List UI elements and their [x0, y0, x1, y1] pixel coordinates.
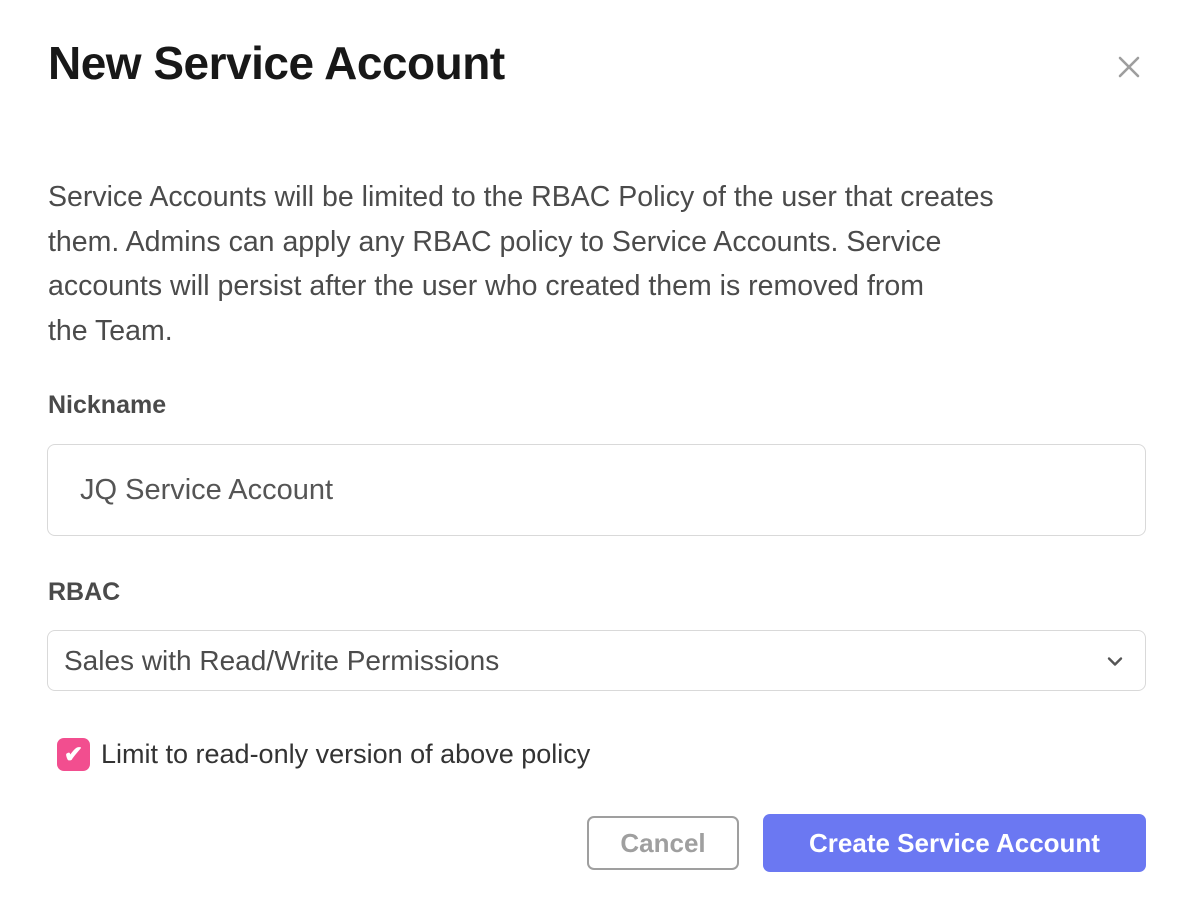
checkbox-label: Limit to read-only version of above poli… [101, 739, 590, 770]
new-service-account-modal: New Service Account Service Accounts wil… [0, 0, 1190, 904]
check-icon: ✔ [64, 741, 83, 768]
checkbox-checked[interactable]: ✔ [57, 738, 90, 771]
modal-description: Service Accounts will be limited to the … [48, 175, 1158, 353]
rbac-select[interactable]: Sales with Read/Write Permissions [47, 630, 1146, 691]
cancel-button[interactable]: Cancel [587, 816, 739, 870]
nickname-input[interactable] [47, 444, 1146, 536]
nickname-label: Nickname [48, 391, 166, 420]
description-line: Service Accounts will be limited to the … [48, 175, 1158, 220]
readonly-policy-checkbox-row[interactable]: ✔ Limit to read-only version of above po… [57, 738, 590, 771]
create-service-account-button[interactable]: Create Service Account [763, 814, 1146, 872]
description-line: them. Admins can apply any RBAC policy t… [48, 220, 1158, 265]
modal-footer-buttons: Cancel Create Service Account [587, 814, 1146, 872]
chevron-down-icon [1103, 649, 1127, 673]
description-line: accounts will persist after the user who… [48, 264, 1158, 309]
rbac-label: RBAC [48, 578, 120, 607]
close-button[interactable] [1108, 46, 1150, 88]
modal-title: New Service Account [48, 36, 505, 90]
close-icon [1113, 51, 1145, 83]
rbac-selected-value: Sales with Read/Write Permissions [64, 645, 1103, 677]
description-line: the Team. [48, 309, 1158, 354]
